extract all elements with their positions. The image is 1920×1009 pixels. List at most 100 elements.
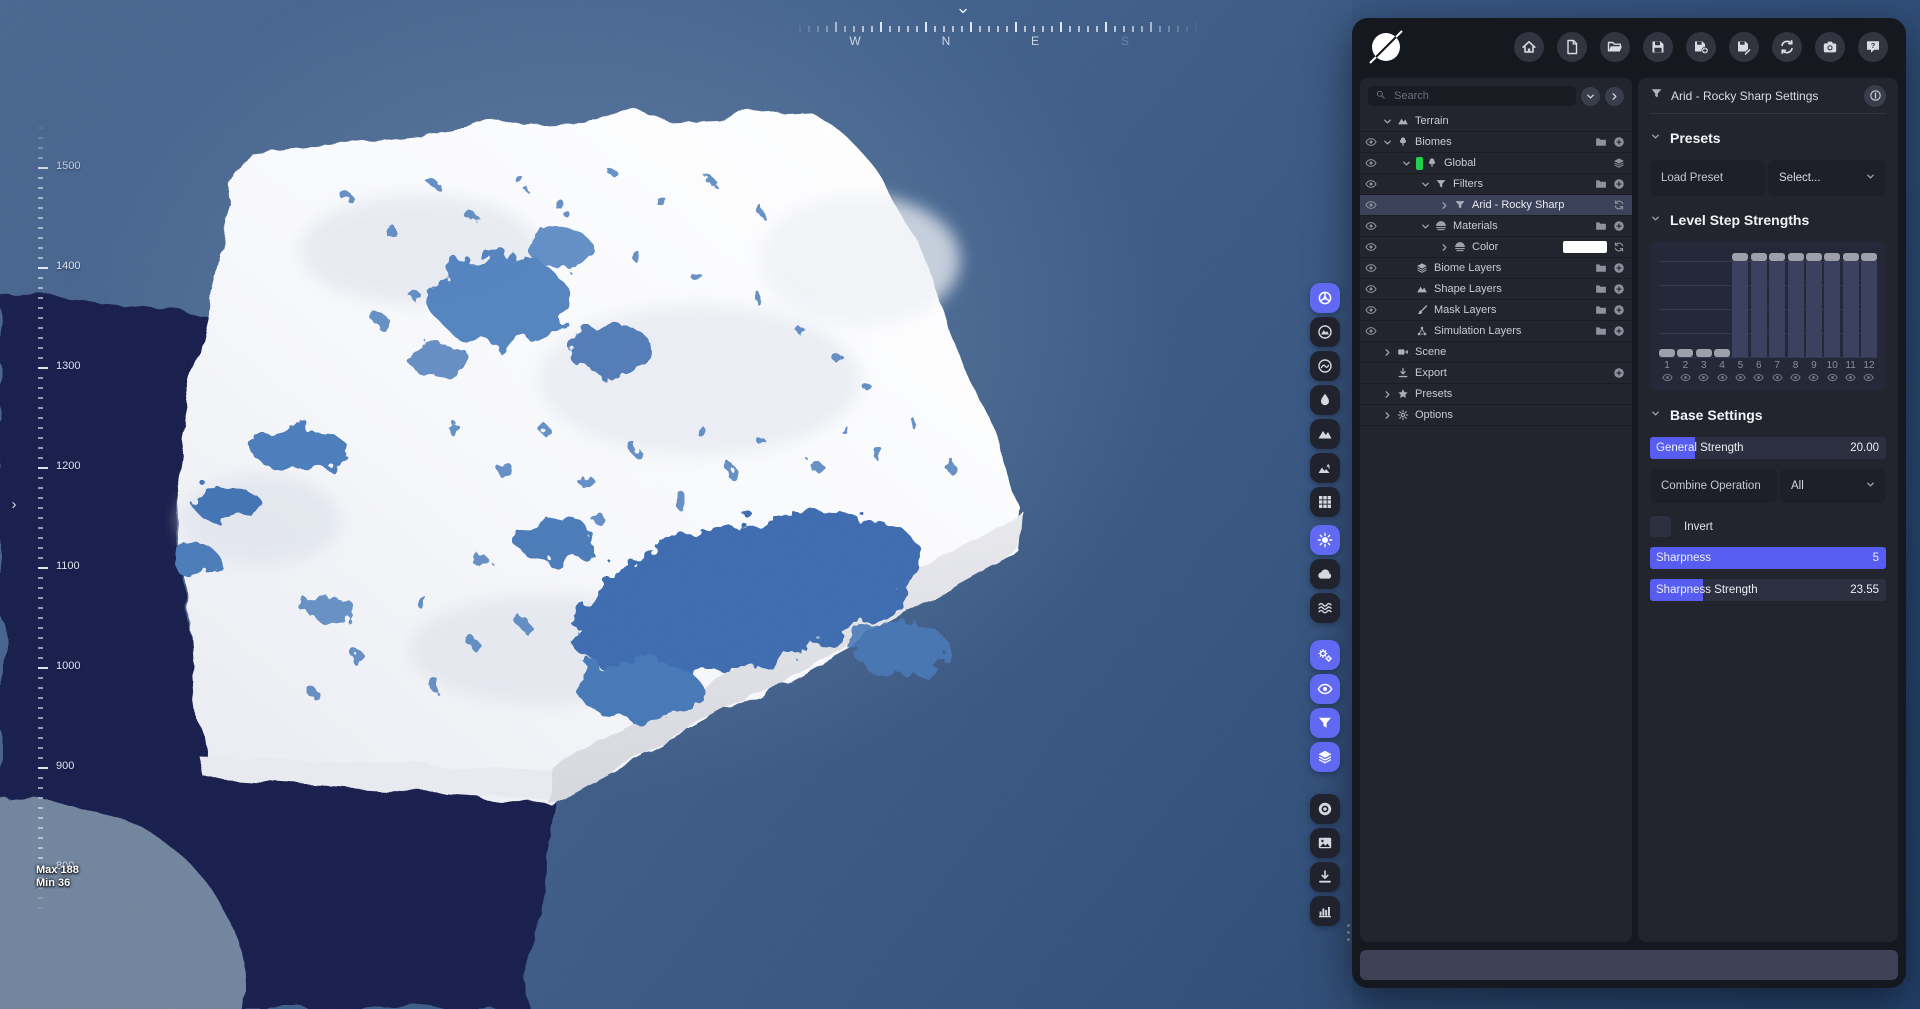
folder-button[interactable] <box>1595 325 1607 337</box>
statistics-button[interactable] <box>1310 896 1340 926</box>
step-visibility-toggle[interactable] <box>1806 372 1822 383</box>
reload-button[interactable] <box>1772 32 1802 62</box>
level-step-slider[interactable] <box>1714 253 1730 357</box>
plus-button[interactable] <box>1613 220 1625 232</box>
search-input[interactable] <box>1392 89 1569 103</box>
step-visibility-toggle[interactable] <box>1751 372 1767 383</box>
export-quick-button[interactable] <box>1310 862 1340 892</box>
chevron-right-icon[interactable] <box>1382 347 1397 358</box>
refresh-button[interactable] <box>1613 199 1625 211</box>
visibility-toggle[interactable] <box>1365 199 1382 211</box>
sharpness-slider[interactable]: Sharpness 5 <box>1650 547 1886 569</box>
layer-preview-button[interactable] <box>1310 742 1340 772</box>
compass-bar[interactable]: WNES <box>790 4 1200 52</box>
auto-process-button[interactable] <box>1310 640 1340 670</box>
visibility-toggle[interactable] <box>1365 262 1382 274</box>
tree-item-scene[interactable]: Scene <box>1360 342 1632 363</box>
level-step-slider[interactable] <box>1843 253 1859 357</box>
save-rename-button[interactable] <box>1729 32 1759 62</box>
general-strength-slider[interactable]: General Strength 20.00 <box>1650 437 1886 459</box>
plus-button[interactable] <box>1613 136 1625 148</box>
slider-handle[interactable] <box>1732 253 1748 261</box>
folder-button[interactable] <box>1595 178 1607 190</box>
chevron-right-icon[interactable] <box>1439 242 1454 253</box>
chevron-down-icon[interactable] <box>1420 179 1435 190</box>
water-button[interactable] <box>1310 593 1340 623</box>
info-button[interactable] <box>1864 85 1886 107</box>
tree-item-color[interactable]: Color <box>1360 237 1632 258</box>
tree-item-export[interactable]: Export <box>1360 363 1632 384</box>
level-step-slider[interactable] <box>1732 253 1748 357</box>
level-step-slider[interactable] <box>1806 253 1822 357</box>
slider-handle[interactable] <box>1714 349 1730 357</box>
plus-button[interactable] <box>1613 304 1625 316</box>
invert-checkbox[interactable] <box>1650 516 1671 537</box>
snapshot-button[interactable] <box>1310 828 1340 858</box>
tree-item-arid-rocky-sharp[interactable]: Arid - Rocky Sharp <box>1360 195 1632 216</box>
tree-item-global[interactable]: Global <box>1360 153 1632 174</box>
view-mode-button[interactable] <box>1310 283 1340 313</box>
slider-handle[interactable] <box>1824 253 1840 261</box>
plus-button[interactable] <box>1613 325 1625 337</box>
search-box[interactable] <box>1368 86 1576 106</box>
folder-button[interactable] <box>1595 220 1607 232</box>
chevron-right-icon[interactable] <box>1382 410 1397 421</box>
biome-view-button[interactable] <box>1310 453 1340 483</box>
level-step-slider[interactable] <box>1751 253 1767 357</box>
step-visibility-toggle[interactable] <box>1824 372 1840 383</box>
level-step-slider[interactable] <box>1788 253 1804 357</box>
visibility-toggle[interactable] <box>1365 136 1382 148</box>
step-visibility-toggle[interactable] <box>1788 372 1804 383</box>
load-preset-select[interactable]: Select... <box>1768 160 1886 196</box>
chevron-down-icon[interactable] <box>1401 158 1416 169</box>
slider-handle[interactable] <box>1659 349 1675 357</box>
section-level-steps[interactable]: Level Step Strengths <box>1650 211 1886 229</box>
step-visibility-toggle[interactable] <box>1696 372 1712 383</box>
filter-preview-button[interactable] <box>1310 708 1340 738</box>
panel-expand-button[interactable]: › <box>6 494 22 516</box>
visibility-toggle[interactable] <box>1365 178 1382 190</box>
folder-button[interactable] <box>1595 304 1607 316</box>
level-step-slider[interactable] <box>1824 253 1840 357</box>
tree-item-mask-layers[interactable]: Mask Layers <box>1360 300 1632 321</box>
tree-item-options[interactable]: Options <box>1360 405 1632 426</box>
tree-item-terrain[interactable]: Terrain <box>1360 111 1632 132</box>
help-button[interactable]: ? <box>1858 32 1888 62</box>
tree-item-filters[interactable]: Filters <box>1360 174 1632 195</box>
chevron-down-icon[interactable] <box>1382 116 1397 127</box>
plus-button[interactable] <box>1613 283 1625 295</box>
grid-view-button[interactable] <box>1310 487 1340 517</box>
combine-operation-select[interactable]: All <box>1780 469 1886 503</box>
tree-item-presets[interactable]: Presets <box>1360 384 1632 405</box>
step-visibility-toggle[interactable] <box>1861 372 1877 383</box>
erosion-view-button[interactable] <box>1310 385 1340 415</box>
plus-button[interactable] <box>1613 262 1625 274</box>
toolbar-grip[interactable] <box>1347 920 1351 945</box>
step-visibility-toggle[interactable] <box>1843 372 1859 383</box>
slider-handle[interactable] <box>1677 349 1693 357</box>
home-button[interactable] <box>1514 32 1544 62</box>
save-as-button[interactable] <box>1686 32 1716 62</box>
level-step-slider[interactable] <box>1659 253 1675 357</box>
sharpness-strength-slider[interactable]: Sharpness Strength 23.55 <box>1650 579 1886 601</box>
visibility-button[interactable] <box>1310 674 1340 704</box>
step-visibility-toggle[interactable] <box>1659 372 1675 383</box>
chevron-down-icon[interactable] <box>1382 137 1397 148</box>
visibility-toggle[interactable] <box>1365 283 1382 295</box>
shape-view-button[interactable] <box>1310 419 1340 449</box>
tree-item-biomes[interactable]: Biomes <box>1360 132 1632 153</box>
step-visibility-toggle[interactable] <box>1769 372 1785 383</box>
plus-button[interactable] <box>1613 178 1625 190</box>
level-step-slider[interactable] <box>1861 253 1877 357</box>
chevron-right-icon[interactable] <box>1382 389 1397 400</box>
folder-button[interactable] <box>1595 262 1607 274</box>
record-button[interactable] <box>1310 794 1340 824</box>
level-step-slider[interactable] <box>1769 253 1785 357</box>
visibility-toggle[interactable] <box>1365 325 1382 337</box>
visibility-toggle[interactable] <box>1365 241 1382 253</box>
clouds-button[interactable] <box>1310 559 1340 589</box>
visibility-toggle[interactable] <box>1365 304 1382 316</box>
collapse-all-button[interactable] <box>1581 87 1600 106</box>
tree-item-materials[interactable]: Materials <box>1360 216 1632 237</box>
section-presets[interactable]: Presets <box>1650 129 1886 147</box>
